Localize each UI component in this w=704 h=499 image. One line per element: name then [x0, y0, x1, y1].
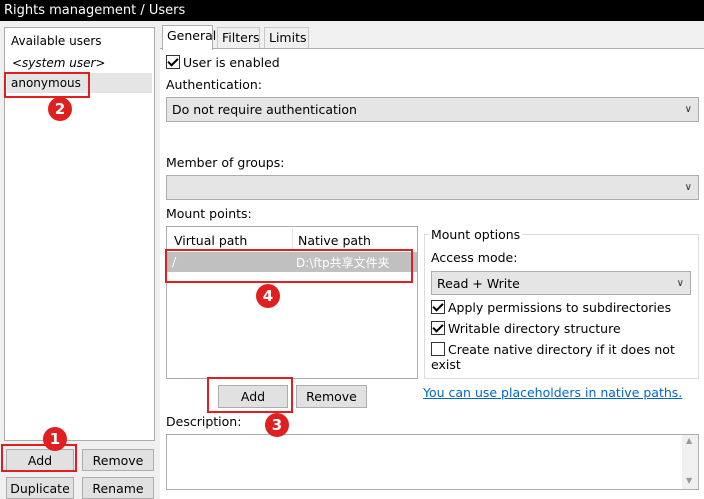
annotation-badge-4: 4: [256, 284, 280, 308]
column-header-native-path[interactable]: Native path: [298, 233, 371, 248]
annotation-box-mount-row: [165, 249, 413, 283]
remove-user-button[interactable]: Remove: [82, 449, 154, 471]
mount-points-label: Mount points:: [166, 206, 252, 221]
chevron-down-icon: ∨: [676, 278, 684, 289]
users-list-header: Available users: [11, 34, 102, 48]
writable-structure-checkbox[interactable]: Writable directory structure: [431, 321, 621, 336]
annotation-badge-2: 2: [48, 97, 72, 121]
scroll-down-icon[interactable]: ▼: [686, 476, 692, 485]
chevron-down-icon: ∨: [684, 182, 692, 193]
member-of-groups-dropdown[interactable]: ∨: [166, 175, 699, 200]
description-label: Description:: [166, 414, 242, 429]
column-divider: [292, 229, 293, 249]
tab-general[interactable]: General: [162, 25, 216, 50]
annotation-box-add-mount: [207, 377, 293, 413]
user-enabled-checkbox[interactable]: User is enabled: [166, 55, 280, 71]
checkbox-icon: [431, 321, 445, 335]
user-enabled-label: User is enabled: [183, 55, 280, 70]
authentication-label: Authentication:: [166, 77, 262, 92]
annotation-box-anonymous: [4, 72, 90, 98]
chevron-down-icon: ∨: [684, 104, 692, 115]
member-of-groups-label: Member of groups:: [166, 155, 285, 170]
rename-user-button[interactable]: Rename: [82, 477, 154, 499]
duplicate-user-button[interactable]: Duplicate: [6, 477, 74, 499]
annotation-badge-3: 3: [265, 413, 289, 437]
writable-structure-label: Writable directory structure: [448, 321, 621, 336]
create-native-label: Create native directory if it does not e…: [431, 342, 675, 372]
description-textarea[interactable]: ▲ ▼: [166, 434, 699, 490]
tab-limits[interactable]: Limits: [264, 27, 309, 49]
scroll-up-icon[interactable]: ▲: [686, 436, 692, 445]
annotation-badge-1: 1: [43, 427, 67, 451]
tab-filters[interactable]: Filters: [217, 27, 260, 49]
checkbox-icon: [431, 342, 445, 356]
tab-bar: General Filters Limits: [160, 21, 704, 50]
access-mode-label: Access mode:: [431, 250, 518, 265]
description-scrollbar[interactable]: ▲ ▼: [682, 435, 698, 489]
create-native-checkbox[interactable]: Create native directory if it does not e…: [431, 342, 704, 372]
access-mode-dropdown[interactable]: Read + Write ∨: [431, 271, 691, 295]
authentication-dropdown[interactable]: Do not require authentication ∨: [166, 97, 699, 122]
apply-permissions-checkbox[interactable]: Apply permissions to subdirectories: [431, 300, 671, 315]
checkbox-icon: [166, 55, 180, 69]
annotation-box-add-user: [1, 444, 77, 472]
list-item-system-user[interactable]: <system user>: [12, 56, 105, 70]
placeholders-link[interactable]: You can use placeholders in native paths…: [423, 385, 682, 400]
authentication-value: Do not require authentication: [172, 102, 357, 117]
mount-options-title: Mount options: [429, 227, 523, 242]
column-header-virtual-path[interactable]: Virtual path: [174, 233, 247, 248]
checkbox-icon: [431, 300, 445, 314]
window-title: Rights management / Users: [0, 0, 704, 21]
apply-permissions-label: Apply permissions to subdirectories: [448, 300, 672, 315]
remove-mount-button[interactable]: Remove: [296, 385, 367, 408]
access-mode-value: Read + Write: [437, 276, 520, 291]
